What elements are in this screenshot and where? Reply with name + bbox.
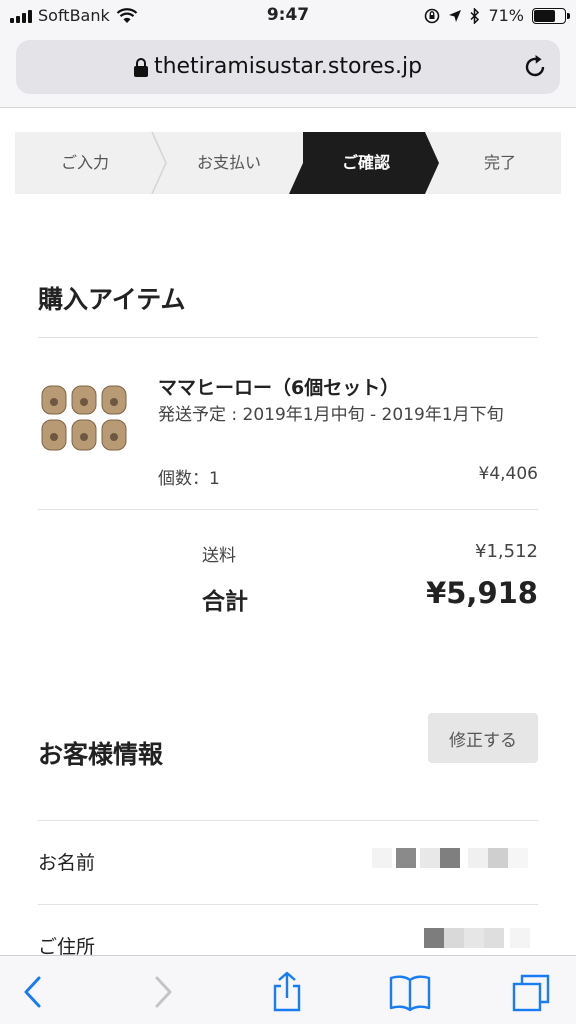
- item-price: ¥4,406: [478, 464, 538, 484]
- item-quantity: 個数：1: [158, 469, 220, 489]
- address-bar[interactable]: thetiramisustar.stores.jp: [16, 40, 560, 94]
- redacted-name: [372, 848, 528, 868]
- browser-address-area: thetiramisustar.stores.jp: [0, 34, 576, 108]
- shipping-label: 送料: [202, 546, 236, 566]
- edit-customer-button[interactable]: 修正する: [428, 713, 538, 763]
- purchase-section-title: 購入アイテム: [38, 285, 186, 314]
- bluetooth-icon: [470, 7, 480, 24]
- reload-icon[interactable]: [522, 54, 548, 80]
- url-text[interactable]: thetiramisustar.stores.jp: [16, 54, 560, 79]
- product-thumbnail[interactable]: [38, 380, 130, 456]
- tabs-icon[interactable]: [510, 970, 554, 1014]
- step-complete: 完了: [483, 153, 516, 172]
- battery-percent: 71%: [488, 6, 524, 25]
- location-icon: [449, 9, 462, 22]
- customer-section-title: お客様情報: [38, 740, 164, 769]
- step-input: ご入力: [60, 153, 109, 172]
- divider: [38, 337, 538, 338]
- status-bar: SoftBank 9:47 71%: [0, 0, 576, 34]
- status-right: 71%: [424, 6, 570, 25]
- shipping-value: ¥1,512: [475, 541, 538, 562]
- share-icon[interactable]: [265, 970, 309, 1014]
- back-icon[interactable]: [12, 970, 56, 1014]
- checkout-steps: ご入力 お支払い ご確認 完了: [15, 132, 561, 194]
- bookmarks-icon[interactable]: [388, 970, 432, 1014]
- divider: [38, 509, 538, 510]
- divider: [38, 904, 538, 905]
- total-label: 合計: [202, 589, 248, 615]
- forward-icon[interactable]: [140, 970, 184, 1014]
- browser-toolbar: [0, 955, 576, 1024]
- name-label: お名前: [38, 852, 96, 874]
- total-value: ¥5,918: [426, 576, 538, 610]
- step-payment: お支払い: [196, 153, 261, 172]
- item-name: ママヒーロー（6個セット）: [158, 377, 400, 399]
- redacted-address: [424, 928, 530, 948]
- item-shipping-schedule: 発送予定 : 2019年1月中旬 - 2019年1月下旬: [158, 405, 504, 425]
- rotation-lock-icon: [425, 8, 440, 23]
- divider: [38, 820, 538, 821]
- battery-icon: [532, 7, 570, 24]
- step-confirm: ご確認: [341, 153, 390, 172]
